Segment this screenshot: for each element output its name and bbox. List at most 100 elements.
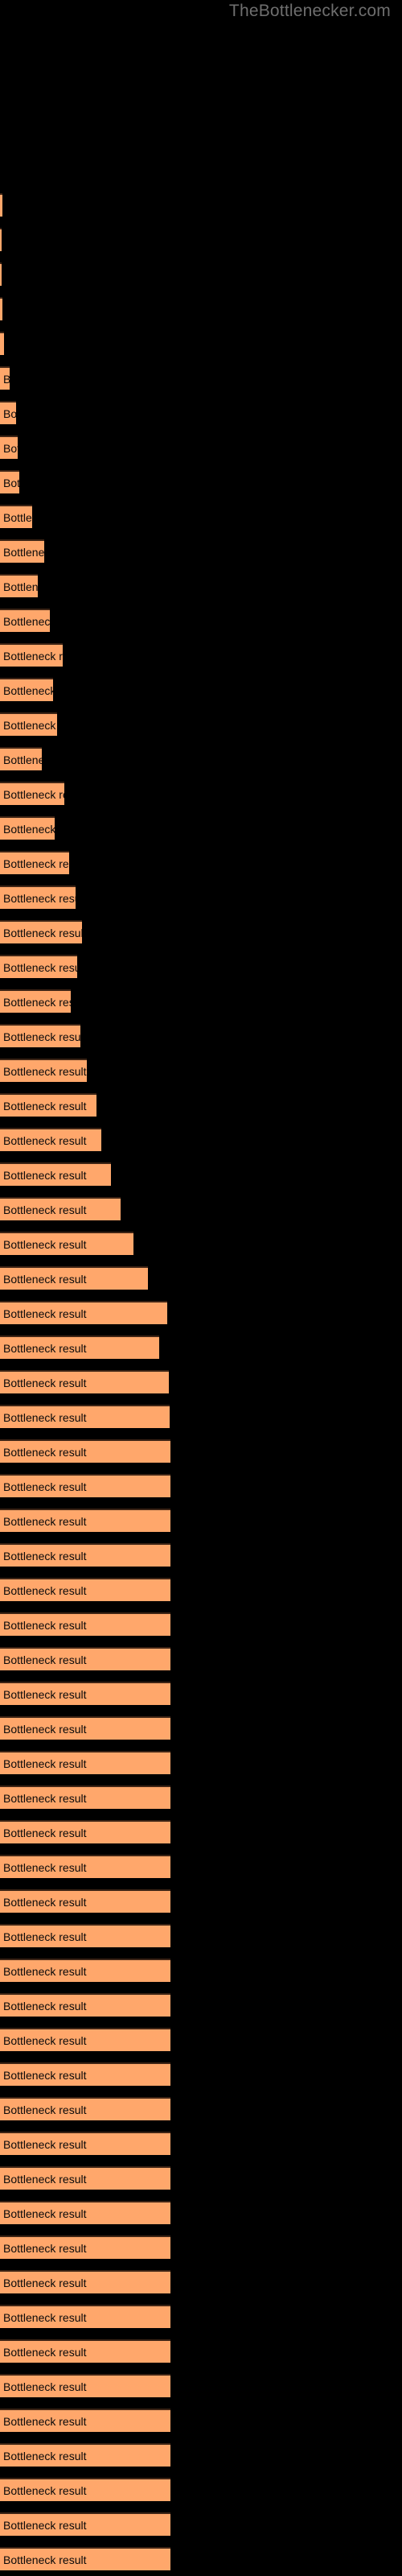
bottleneck-result-bar[interactable]: Bottleneck result [0, 228, 2, 251]
bottleneck-result-bar[interactable]: Bottleneck result [0, 1785, 170, 1809]
bottleneck-result-bar[interactable]: Bottleneck result [0, 332, 4, 355]
bottleneck-result-bar[interactable]: Bottleneck result [0, 1405, 170, 1428]
bottleneck-result-bar[interactable]: Bottleneck result [0, 2270, 170, 2293]
bottleneck-result-bar[interactable]: Bottleneck result [0, 2478, 170, 2501]
bottleneck-result-bar[interactable]: Bottleneck result [0, 1093, 96, 1117]
bar-label: Bottleneck result [3, 2380, 87, 2393]
bottleneck-result-bar[interactable]: Bottleneck result [0, 1924, 170, 1947]
bottleneck-result-bar[interactable]: Bottleneck result [0, 505, 32, 528]
bar-label: Bottleneck result [3, 787, 64, 801]
bottleneck-result-bar[interactable]: Bottleneck result [0, 712, 57, 736]
bottleneck-result-bar[interactable]: Bottleneck result [0, 366, 10, 390]
bottleneck-result-bar[interactable]: Bottleneck result [0, 2062, 170, 2086]
bar-label: Bottleneck result [3, 1791, 87, 1805]
bar-label: Bottleneck result [3, 1480, 87, 1493]
bottleneck-result-bar[interactable]: Bottleneck result [0, 574, 38, 597]
bottleneck-result-bar[interactable]: Bottleneck result [0, 1682, 170, 1705]
bottleneck-result-bar[interactable]: Bottleneck result [0, 2339, 170, 2363]
bar-label: Bottleneck result [3, 2483, 87, 2497]
bottleneck-result-bar[interactable]: Bottleneck result [0, 1266, 148, 1290]
bottleneck-result-bar[interactable]: Bottleneck result [0, 1647, 170, 1670]
bottleneck-result-bar[interactable]: Bottleneck result [0, 262, 2, 286]
bottleneck-result-bar[interactable]: Bottleneck result [0, 2132, 170, 2155]
bar-label: Bottleneck result [3, 1272, 87, 1286]
bottleneck-result-bar[interactable]: Bottleneck result [0, 401, 16, 424]
bar-label: Bottleneck result [3, 1964, 87, 1978]
bottleneck-result-bar[interactable]: Bottleneck result [0, 1162, 111, 1186]
bottleneck-result-bar[interactable]: Bottleneck result [0, 1993, 170, 2017]
bottleneck-result-bar[interactable]: Bottleneck result [0, 1612, 170, 1636]
bottleneck-result-bar[interactable]: Bottleneck result [0, 539, 44, 563]
bottleneck-result-bar[interactable]: Bottleneck result [0, 2547, 170, 2570]
bottleneck-result-bar[interactable]: Bottleneck result [0, 1474, 170, 1497]
bottleneck-result-bar[interactable]: Bottleneck result [0, 886, 76, 909]
bottleneck-result-bar[interactable]: Bottleneck result [0, 2443, 170, 2467]
bottleneck-result-bar[interactable]: Bottleneck result [0, 2305, 170, 2328]
bar-label: Bottleneck result [3, 1895, 87, 1909]
bottleneck-result-bar[interactable]: Bottleneck result [0, 1301, 167, 1324]
bar-label: Bottleneck result [3, 1133, 87, 1147]
bar-label: Bottleneck result [3, 407, 16, 420]
bottleneck-result-bar[interactable]: Bottleneck result [0, 1059, 87, 1082]
bottleneck-result-bar[interactable]: Bottleneck result [0, 1232, 133, 1255]
bottleneck-result-bar[interactable]: Bottleneck result [0, 609, 50, 632]
bar-label: Bottleneck result [3, 1064, 87, 1078]
bar-label: Bottleneck result [3, 2137, 87, 2151]
bottleneck-result-bar[interactable]: Bottleneck result [0, 1024, 80, 1047]
bar-label: Bottleneck result [3, 1618, 87, 1632]
bottleneck-result-bar[interactable]: Bottleneck result [0, 782, 64, 805]
bar-label: Bottleneck result [3, 1722, 87, 1736]
bar-label: Bottleneck result [3, 1999, 87, 2013]
bottleneck-result-bar[interactable]: Bottleneck result [0, 1820, 170, 1843]
bar-label: Bottleneck result [3, 545, 44, 559]
bar-label: Bottleneck result [3, 1653, 87, 1666]
bottleneck-result-bar[interactable]: Bottleneck result [0, 2235, 170, 2259]
bar-label: Bottleneck result [3, 857, 69, 870]
bottleneck-result-bar[interactable]: Bottleneck result [0, 1439, 170, 1463]
bar-label: Bottleneck result [3, 1376, 87, 1389]
bottleneck-result-bar[interactable]: Bottleneck result [0, 816, 55, 840]
bottleneck-result-bar[interactable]: Bottleneck result [0, 2512, 170, 2536]
bottleneck-result-bar[interactable]: Bottleneck result [0, 1855, 170, 1878]
bar-label: Bottleneck result [3, 753, 42, 766]
bar-label: Bottleneck result [3, 822, 55, 836]
bottleneck-result-bar[interactable]: Bottleneck result [0, 297, 2, 320]
bottleneck-result-bar[interactable]: Bottleneck result [0, 1335, 159, 1359]
bar-label: Bottleneck result [3, 1237, 87, 1251]
bottleneck-result-bar[interactable]: Bottleneck result [0, 1716, 170, 1740]
bottleneck-result-bar[interactable]: Bottleneck result [0, 2201, 170, 2224]
bottleneck-result-bar[interactable]: Bottleneck result [0, 747, 42, 770]
bottleneck-result-bar[interactable]: Bottleneck result [0, 1751, 170, 1774]
bottleneck-result-bar[interactable]: Bottleneck result [0, 2028, 170, 2051]
bottleneck-result-bar[interactable]: Bottleneck result [0, 989, 71, 1013]
bottleneck-result-bar[interactable]: Bottleneck result [0, 2374, 170, 2397]
bottleneck-result-bar[interactable]: Bottleneck result [0, 1128, 101, 1151]
bottleneck-result-bar[interactable]: Bottleneck result [0, 1509, 170, 1532]
bottleneck-result-bar[interactable]: Bottleneck result [0, 2166, 170, 2190]
bar-label: Bottleneck result [3, 2276, 87, 2289]
bottleneck-result-bar[interactable]: Bottleneck result [0, 955, 77, 978]
bottleneck-result-bar[interactable]: Bottleneck result [0, 851, 69, 874]
bar-label: Bottleneck result [3, 2207, 87, 2220]
bottleneck-result-bar[interactable]: Bottleneck result [0, 1197, 121, 1220]
bar-label: Bottleneck result [3, 2068, 87, 2082]
bottleneck-result-bar[interactable]: Bottleneck result [0, 2097, 170, 2120]
bottleneck-bar-chart: Bottleneck result Bottleneck result Bottle… [0, 0, 402, 2576]
bar-label: Bottleneck result [3, 1203, 87, 1216]
bottleneck-result-bar[interactable]: Bottleneck result [0, 920, 82, 943]
bottleneck-result-bar[interactable]: Bottleneck result [0, 643, 63, 667]
bottleneck-result-bar[interactable]: Bottleneck result [0, 1370, 169, 1393]
bottleneck-result-bar[interactable]: Bottleneck result [0, 1543, 170, 1567]
bottleneck-result-bar[interactable]: Bottleneck result [0, 1889, 170, 1913]
bar-label: Bottleneck result [3, 2414, 87, 2428]
bottleneck-result-bar[interactable]: Bottleneck result [0, 470, 19, 493]
bottleneck-result-bar[interactable]: Bottleneck result [0, 436, 18, 459]
bar-label: Bottleneck result [3, 2241, 87, 2255]
bottleneck-result-bar[interactable]: Bottleneck result [0, 193, 2, 217]
bottleneck-result-bar[interactable]: Bottleneck result [0, 1959, 170, 1982]
bottleneck-result-bar[interactable]: Bottleneck result [0, 678, 53, 701]
bar-label: Bottleneck result [3, 1687, 87, 1701]
bar-label: Bottleneck result [3, 995, 71, 1009]
bottleneck-result-bar[interactable]: Bottleneck result [0, 2409, 170, 2432]
bottleneck-result-bar[interactable]: Bottleneck result [0, 1578, 170, 1601]
